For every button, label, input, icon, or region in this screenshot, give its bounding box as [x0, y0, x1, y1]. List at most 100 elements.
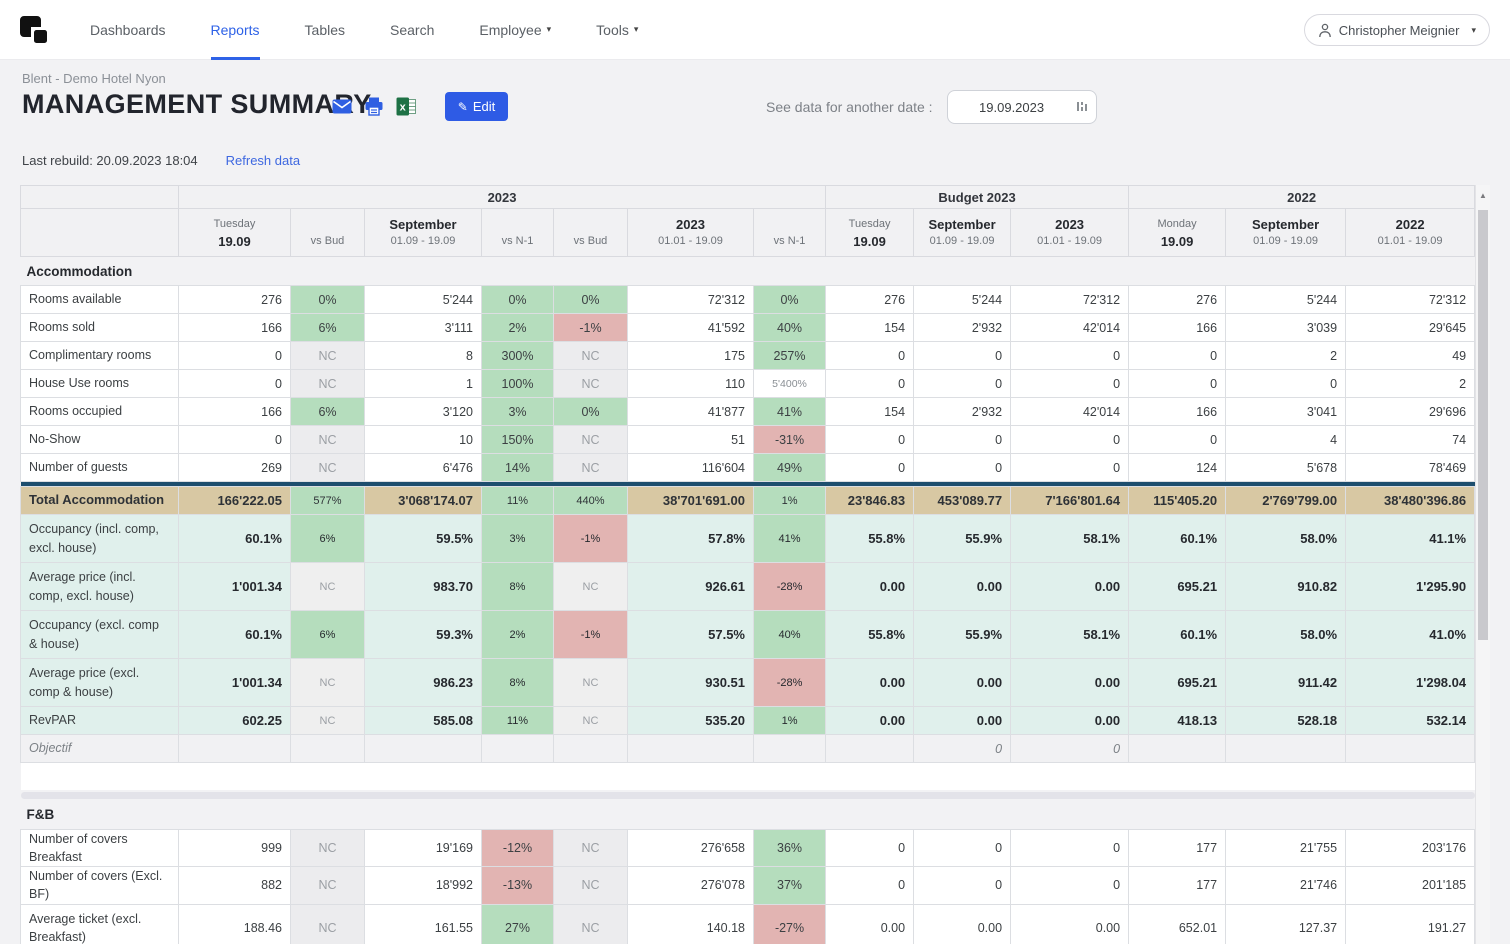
value-cell: 910.82: [1225, 562, 1347, 611]
print-icon: [365, 97, 383, 116]
value-cell: 140.18: [627, 903, 754, 944]
value-cell: 0: [1010, 828, 1130, 868]
blent-logo[interactable]: [17, 13, 51, 47]
row-label: Total Accommodation: [20, 486, 179, 515]
row-label: Number of guests: [20, 453, 179, 482]
table-row: Number of covers (Excl. BF) 882 NC 18'992 -1…: [20, 866, 1476, 905]
variance-cell: NC: [290, 866, 365, 905]
email-report-button[interactable]: [332, 97, 352, 116]
value-cell: 154: [825, 313, 915, 342]
value-cell: 0: [825, 369, 915, 398]
table-row: Objectif 0 0: [20, 734, 1476, 763]
value-cell: 3'068'174.07: [364, 486, 482, 515]
nav-item-tables[interactable]: Tables: [305, 0, 345, 60]
nav-item-tools[interactable]: Tools ▾: [596, 0, 638, 60]
nav-item-dashboards[interactable]: Dashboards: [90, 0, 166, 60]
value-cell: 0.00: [825, 562, 915, 611]
value-cell: 2'769'799.00: [1225, 486, 1347, 515]
table-row: Total Accommodation 166'222.05 577% 3'068'1…: [20, 486, 1476, 515]
summary-table: 2023 Budget 2023 2022 Tuesday 19.09 vs Bud Sep…: [20, 185, 1476, 944]
value-cell: 1'298.04: [1345, 658, 1476, 707]
variance-cell: 577%: [290, 486, 365, 515]
date-input[interactable]: [946, 90, 1097, 124]
value-cell: 911.42: [1225, 658, 1347, 707]
variance-cell: 49%: [752, 453, 827, 482]
variance-cell: 6%: [290, 610, 365, 659]
refresh-data-link[interactable]: Refresh data: [226, 153, 300, 168]
value-cell: 0: [913, 369, 1012, 398]
vertical-scrollbar-thumb[interactable]: [1478, 210, 1488, 640]
value-cell: 652.01: [1128, 903, 1227, 944]
value-cell: 0: [913, 734, 1012, 763]
section-title: Accommodation: [26, 263, 133, 279]
variance-cell: NC: [553, 341, 628, 370]
value-cell: 983.70: [364, 562, 482, 611]
value-cell: 49: [1345, 341, 1476, 370]
value-cell: 29'645: [1345, 313, 1476, 342]
value-cell: 177: [1128, 828, 1227, 868]
variance-cell: -1%: [553, 313, 628, 342]
nav-item-reports[interactable]: Reports: [210, 0, 260, 60]
vertical-scrollbar[interactable]: ▲: [1475, 185, 1490, 944]
variance-cell: -31%: [752, 425, 827, 454]
table-row: House Use rooms 0 NC 1 100% NC 110 5'400% 0 0 0 0 0 2: [20, 369, 1476, 398]
variance-cell: -12%: [481, 828, 554, 868]
nav-label: Tables: [304, 21, 345, 38]
value-cell: 0: [913, 425, 1012, 454]
value-cell: [1128, 734, 1227, 763]
value-cell: 4: [1225, 425, 1347, 454]
column-header: 2022 01.01 - 19.09: [1345, 208, 1476, 257]
value-cell: 999: [178, 828, 291, 868]
value-cell: 2: [1345, 369, 1476, 398]
print-report-button[interactable]: [364, 97, 384, 116]
value-cell: 51: [627, 425, 754, 454]
value-cell: 1: [364, 369, 482, 398]
hbar-cell: [20, 790, 1475, 801]
horizontal-scrollbar[interactable]: [20, 791, 1475, 799]
value-cell: [1225, 734, 1347, 763]
report-table-container: 2023 Budget 2023 2022 Tuesday 19.09 vs Bud Sep…: [20, 185, 1490, 944]
excel-export-button[interactable]: x: [396, 97, 416, 116]
column-header: 2023 01.01 - 19.09: [627, 208, 754, 257]
value-cell: 276: [178, 285, 291, 314]
variance-cell: NC: [553, 658, 628, 707]
edit-report-button[interactable]: ✎ Edit: [445, 92, 508, 121]
table-row: Rooms occupied 166 6% 3'120 3% 0% 41'877 41% 154…: [20, 397, 1476, 426]
value-cell: 166: [178, 313, 291, 342]
column-header: [20, 208, 179, 257]
variance-cell: 40%: [752, 313, 827, 342]
management-summary-page: Dashboards Reports Tables Search Employe…: [0, 0, 1510, 944]
value-cell: 110: [627, 369, 754, 398]
variance-cell: 2%: [481, 610, 554, 659]
value-cell: 58.0%: [1225, 610, 1347, 659]
value-cell: 23'846.83: [825, 486, 915, 515]
variance-cell: -28%: [752, 658, 827, 707]
user-menu[interactable]: Christopher Meignier ▾: [1303, 14, 1490, 46]
value-cell: 177: [1128, 866, 1227, 905]
value-cell: 55.9%: [913, 514, 1012, 563]
nav-label: Employee: [479, 21, 542, 38]
variance-cell: 8%: [481, 562, 554, 611]
value-cell: [178, 734, 291, 763]
value-cell: 41.0%: [1345, 610, 1476, 659]
value-cell: 166'222.05: [178, 486, 291, 515]
table-row: Average price (excl. comp & house) 1'001.…: [20, 658, 1476, 707]
value-cell: 0: [1128, 425, 1227, 454]
value-cell: 0: [913, 453, 1012, 482]
value-cell: [553, 734, 628, 763]
value-cell: 175: [627, 341, 754, 370]
value-cell: 58.0%: [1225, 514, 1347, 563]
column-group-header: 2023: [177, 185, 827, 209]
svg-text:x: x: [400, 102, 407, 114]
scroll-up-arrow-icon[interactable]: ▲: [1476, 191, 1490, 200]
value-cell: 0.00: [825, 903, 915, 944]
table-row: Average price (incl. comp, excl. house) 1…: [20, 562, 1476, 611]
variance-cell: NC: [290, 903, 365, 944]
date-selector-label: See data for another date :: [766, 99, 933, 115]
chevron-down-icon: ▾: [546, 24, 552, 34]
row-label: Occupancy (excl. comp & house): [20, 610, 179, 659]
nav-item-employee[interactable]: Employee ▾: [479, 0, 551, 60]
column-header: Monday 19.09: [1128, 208, 1227, 257]
nav-item-search[interactable]: Search: [390, 0, 434, 60]
value-cell: [752, 734, 827, 763]
